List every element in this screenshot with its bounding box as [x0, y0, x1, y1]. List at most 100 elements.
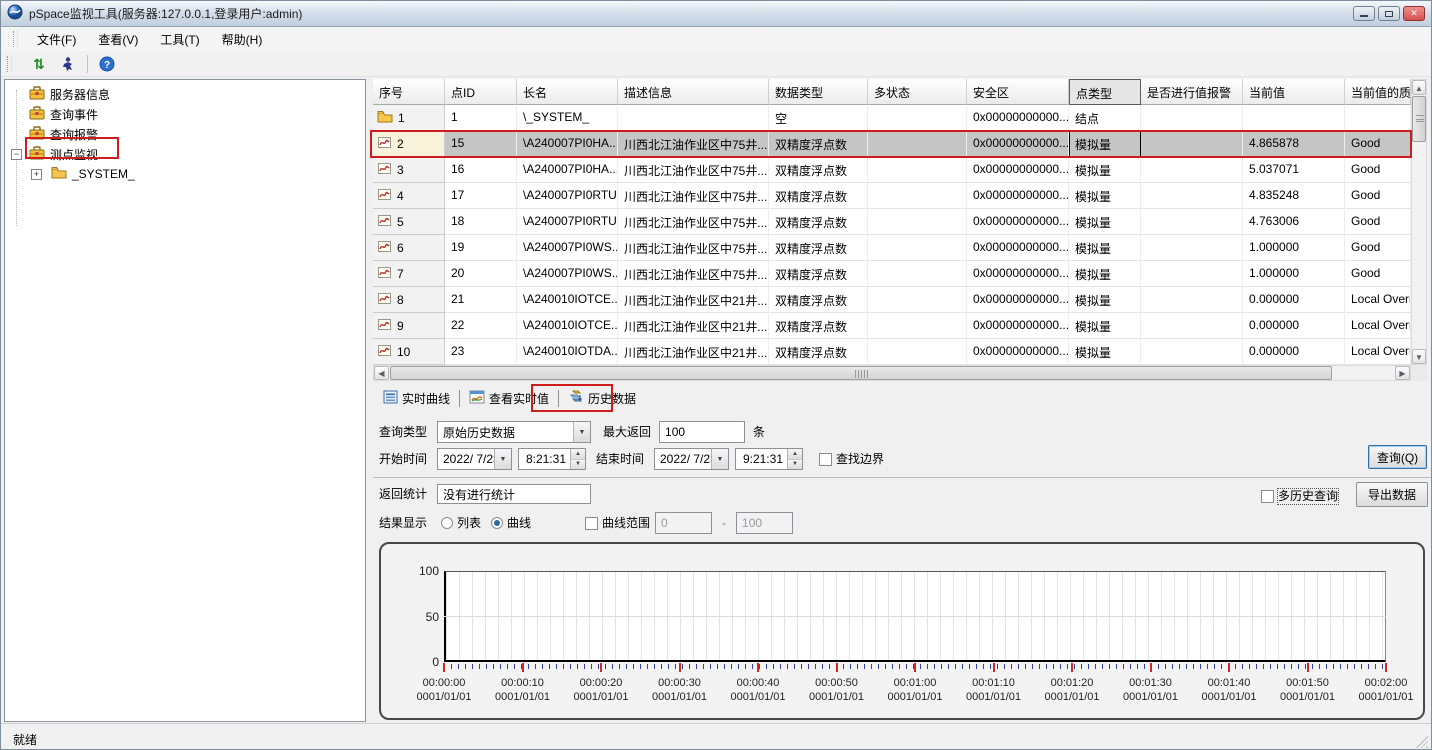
cell-data_type[interactable]: 双精度浮点数	[769, 209, 868, 235]
cell-current_value[interactable]: 0.000000	[1243, 287, 1345, 313]
start-date-picker[interactable]: 2022/ 7/23 ▼	[437, 448, 512, 470]
table-row[interactable]: 11\_SYSTEM_空0x00000000000...结点	[373, 105, 1411, 131]
cell-value_alarm[interactable]	[1141, 209, 1243, 235]
chevron-down-icon[interactable]: ▼	[573, 422, 590, 442]
cell-multi_state[interactable]	[868, 183, 967, 209]
multi-history-checkbox[interactable]	[1261, 490, 1274, 503]
query-button[interactable]: 查询(Q)	[1368, 445, 1427, 469]
menu-item-2[interactable]: 工具(T)	[149, 29, 210, 51]
cell-value_alarm[interactable]	[1141, 287, 1243, 313]
resize-grip[interactable]	[1416, 736, 1428, 748]
cell-multi_state[interactable]	[868, 157, 967, 183]
cell-point_id[interactable]: 20	[445, 261, 517, 287]
cell-point_id[interactable]: 19	[445, 235, 517, 261]
curve-range-checkbox[interactable]	[585, 517, 598, 530]
cell-point_type[interactable]: 模拟量	[1069, 235, 1141, 261]
cell-long_name[interactable]: \A240007PI0WS...	[517, 235, 618, 261]
chevron-down-icon[interactable]: ▼	[494, 449, 511, 469]
cell-current_value[interactable]: 1.000000	[1243, 235, 1345, 261]
cell-quality[interactable]	[1345, 105, 1411, 131]
cell-point_type[interactable]: 模拟量	[1069, 287, 1141, 313]
max-return-input[interactable]	[659, 421, 745, 443]
cell-long_name[interactable]: \_SYSTEM_	[517, 105, 618, 131]
end-date-picker[interactable]: 2022/ 7/23 ▼	[654, 448, 729, 470]
cell-point_type[interactable]: 模拟量	[1069, 183, 1141, 209]
spinner-up-icon[interactable]: ▲	[788, 449, 802, 460]
cell-long_name[interactable]: \A240007PI0WS...	[517, 261, 618, 287]
menu-item-3[interactable]: 帮助(H)	[211, 29, 274, 51]
column-header-5[interactable]: 多状态	[868, 79, 967, 105]
collapse-icon[interactable]: −	[11, 149, 22, 160]
cell-data_type[interactable]: 双精度浮点数	[769, 313, 868, 339]
cell-long_name[interactable]: \A240007PI0RTU...	[517, 183, 618, 209]
table-row[interactable]: 518\A240007PI0RTU...川西北江油作业区中75井...双精度浮点…	[373, 209, 1411, 235]
cell-security[interactable]: 0x00000000000...	[967, 235, 1069, 261]
chevron-down-icon[interactable]: ▼	[711, 449, 728, 469]
cell-value_alarm[interactable]	[1141, 339, 1243, 365]
cell-desc[interactable]: 川西北江油作业区中21井...	[618, 339, 769, 365]
cell-point_type[interactable]: 模拟量	[1069, 131, 1141, 157]
cell-quality[interactable]: Good	[1345, 131, 1411, 157]
cell-quality[interactable]: Local Overrid	[1345, 313, 1411, 339]
cell-long_name[interactable]: \A240007PI0HA...	[517, 131, 618, 157]
start-time-spinner[interactable]: 8:21:31 ▲▼	[518, 448, 586, 470]
row-seq-cell[interactable]: 1	[373, 105, 445, 131]
cell-value_alarm[interactable]	[1141, 183, 1243, 209]
cell-point_id[interactable]: 18	[445, 209, 517, 235]
cell-multi_state[interactable]	[868, 287, 967, 313]
cell-long_name[interactable]: \A240010IOTCE...	[517, 313, 618, 339]
cell-point_id[interactable]: 23	[445, 339, 517, 365]
row-seq-cell[interactable]: 5	[373, 209, 445, 235]
curve-radio[interactable]	[491, 517, 503, 529]
column-header-9[interactable]: 当前值	[1243, 79, 1345, 105]
range-min-input[interactable]	[655, 512, 712, 534]
cell-quality[interactable]: Good	[1345, 209, 1411, 235]
table-row[interactable]: 922\A240010IOTCE...川西北江油作业区中21井...双精度浮点数…	[373, 313, 1411, 339]
query-type-dropdown[interactable]: 原始历史数据 ▼	[437, 421, 591, 443]
row-seq-cell[interactable]: 3	[373, 157, 445, 183]
cell-desc[interactable]: 川西北江油作业区中75井...	[618, 235, 769, 261]
cell-point_id[interactable]: 21	[445, 287, 517, 313]
sidebar-item-4[interactable]: +_SYSTEM_	[5, 164, 365, 184]
cell-security[interactable]: 0x00000000000...	[967, 313, 1069, 339]
monitor-user-icon[interactable]	[58, 54, 78, 74]
expand-icon[interactable]: +	[31, 169, 42, 180]
cell-multi_state[interactable]	[868, 105, 967, 131]
cell-security[interactable]: 0x00000000000...	[967, 287, 1069, 313]
range-max-input[interactable]	[736, 512, 793, 534]
cell-multi_state[interactable]	[868, 131, 967, 157]
cell-data_type[interactable]: 双精度浮点数	[769, 235, 868, 261]
help-icon[interactable]: ?	[97, 54, 117, 74]
refresh-icon[interactable]: ⇅	[29, 54, 49, 74]
table-row[interactable]: 1023\A240010IOTDA...川西北江油作业区中21井...双精度浮点…	[373, 339, 1411, 365]
spinner-down-icon[interactable]: ▼	[571, 460, 585, 470]
vertical-scroll-thumb[interactable]	[1412, 96, 1426, 142]
cell-multi_state[interactable]	[868, 313, 967, 339]
cell-multi_state[interactable]	[868, 261, 967, 287]
cell-multi_state[interactable]	[868, 339, 967, 365]
table-row[interactable]: 316\A240007PI0HA...川西北江油作业区中75井...双精度浮点数…	[373, 157, 1411, 183]
cell-point_id[interactable]: 17	[445, 183, 517, 209]
column-header-0[interactable]: 序号	[373, 79, 445, 105]
cell-long_name[interactable]: \A240010IOTCE...	[517, 287, 618, 313]
cell-point_id[interactable]: 22	[445, 313, 517, 339]
minimize-button[interactable]	[1353, 6, 1375, 21]
scroll-left-icon[interactable]: ◀	[374, 366, 389, 380]
find-boundary-checkbox[interactable]	[819, 453, 832, 466]
cell-desc[interactable]: 川西北江油作业区中21井...	[618, 313, 769, 339]
scroll-right-icon[interactable]: ▶	[1395, 366, 1410, 380]
column-header-1[interactable]: 点ID	[445, 79, 517, 105]
table-horizontal-scrollbar[interactable]: ◀ ▶	[373, 365, 1411, 381]
cell-desc[interactable]: 川西北江油作业区中75井...	[618, 209, 769, 235]
cell-security[interactable]: 0x00000000000...	[967, 131, 1069, 157]
table-row[interactable]: 720\A240007PI0WS...川西北江油作业区中75井...双精度浮点数…	[373, 261, 1411, 287]
column-header-6[interactable]: 安全区	[967, 79, 1069, 105]
cell-point_id[interactable]: 1	[445, 105, 517, 131]
spinner-down-icon[interactable]: ▼	[788, 460, 802, 470]
spinner-up-icon[interactable]: ▲	[571, 449, 585, 460]
tab-history-data[interactable]: 历史数据	[560, 386, 644, 411]
table-vertical-scrollbar[interactable]: ▲ ▼	[1411, 79, 1427, 365]
cell-data_type[interactable]: 双精度浮点数	[769, 131, 868, 157]
cell-long_name[interactable]: \A240007PI0RTU...	[517, 209, 618, 235]
scroll-down-icon[interactable]: ▼	[1412, 349, 1426, 364]
